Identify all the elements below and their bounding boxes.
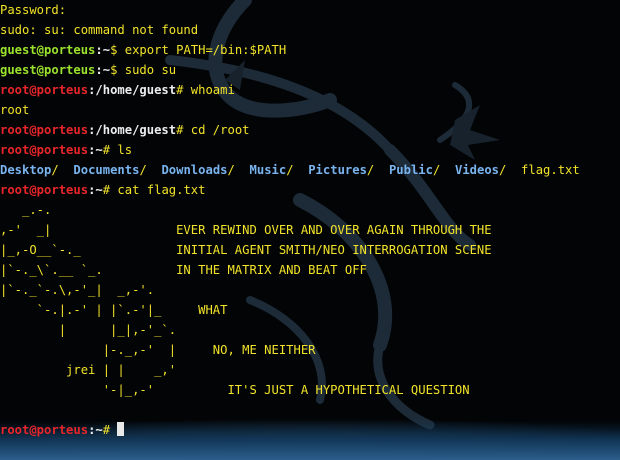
terminal-text: Music (249, 163, 287, 177)
terminal-text: jrei | | _,' (0, 363, 177, 377)
terminal-text: guest@porteus (0, 43, 96, 57)
terminal-text: |-._,-' | NO, ME NEITHER (0, 343, 316, 357)
terminal-text: :/home/guest (88, 83, 177, 97)
terminal-text: # ls (102, 143, 133, 157)
terminal-text: |`-._\`.__ `_. IN THE MATRIX AND BEAT OF… (0, 263, 367, 277)
terminal-text: :~ (88, 183, 103, 197)
terminal-text: Password: (0, 3, 67, 17)
terminal-line: root@porteus:/home/guest# whoami (0, 80, 620, 100)
cursor-icon (117, 422, 125, 436)
terminal-line: |-._,-' | NO, ME NEITHER (0, 340, 620, 360)
terminal-text: $ sudo su (110, 63, 177, 77)
terminal-text: $ export PATH=/bin:$PATH (110, 43, 287, 57)
terminal-text: # (102, 423, 118, 437)
terminal-text: / (432, 163, 455, 177)
terminal-window[interactable]: Password: sudo: su: command not found gues… (0, 0, 620, 460)
terminal-text: / (286, 163, 309, 177)
terminal-line: root@porteus:~# (0, 420, 620, 440)
terminal-line: ,-' _| EVER REWIND OVER AND OVER AGAIN T… (0, 220, 620, 240)
terminal-text: guest@porteus (0, 63, 96, 77)
terminal-text: _.-. (0, 203, 52, 217)
terminal-line: |_,-O__`-._ INITIAL AGENT SMITH/NEO INTE… (0, 240, 620, 260)
terminal-text: root@porteus (0, 123, 89, 137)
terminal-line: guest@porteus:~$ sudo su (0, 60, 620, 80)
terminal-line: jrei | | _,' (0, 360, 620, 380)
terminal-line: |`-._`-.\,-'_| _,-'. (0, 280, 620, 300)
terminal-text: `-.|.-' | |`.-'|_ WHAT (0, 303, 228, 317)
terminal-text: |`-._`-.\,-'_| _,-'. (0, 283, 155, 297)
terminal-text: sudo: su: command not found (0, 23, 199, 37)
terminal-text: / flag.txt (499, 163, 580, 177)
terminal-text: root@porteus (0, 183, 89, 197)
terminal-text: Pictures (308, 163, 367, 177)
terminal-text: / (227, 163, 250, 177)
terminal-text: Public (388, 163, 433, 177)
terminal-text: # whoami (176, 83, 235, 97)
terminal-text: # cd /root (176, 123, 250, 137)
terminal-text: |_,-O__`-._ INITIAL AGENT SMITH/NEO INTE… (0, 243, 492, 257)
terminal-text: / (139, 163, 162, 177)
terminal-line: root@porteus:/home/guest# cd /root (0, 120, 620, 140)
terminal-line: sudo: su: command not found (0, 20, 620, 40)
terminal-line: root@porteus:~# cat flag.txt (0, 180, 620, 200)
terminal-line: |`-._\`.__ `_. IN THE MATRIX AND BEAT OF… (0, 260, 620, 280)
terminal-text: :~ (88, 143, 103, 157)
terminal-text: root@porteus (0, 143, 89, 157)
terminal-text: Videos (454, 163, 500, 177)
terminal-text: # cat flag.txt (102, 183, 206, 197)
terminal-line: '-|_,-' IT'S JUST A HYPOTHETICAL QUESTIO… (0, 380, 620, 400)
terminal-line: | |_|,-'_`. (0, 320, 620, 340)
terminal-text: | |_|,-'_`. (0, 323, 177, 337)
terminal-output: Password: sudo: su: command not found gues… (0, 0, 620, 440)
terminal-text: Downloads (161, 163, 228, 177)
terminal-text: root@porteus (0, 423, 89, 437)
terminal-text: root@porteus (0, 83, 89, 97)
terminal-text: '-|_,-' IT'S JUST A HYPOTHETICAL QUESTIO… (0, 383, 470, 397)
terminal-line: _.-. (0, 200, 620, 220)
terminal-line: Password: (0, 0, 620, 20)
terminal-text: ,-' _| EVER REWIND OVER AND OVER AGAIN T… (0, 223, 492, 237)
terminal-text: :~ (95, 43, 111, 57)
terminal-text: root (0, 103, 30, 117)
terminal-line: Desktop/ Documents/ Downloads/ Music/ Pi… (0, 160, 620, 180)
terminal-text: / (366, 163, 389, 177)
terminal-line: guest@porteus:~$ export PATH=/bin:$PATH (0, 40, 620, 60)
terminal-text: Desktop (0, 163, 52, 177)
terminal-line: root (0, 100, 620, 120)
terminal-text: :/home/guest (88, 123, 177, 137)
terminal-text: / (51, 163, 74, 177)
terminal-line: `-.|.-' | |`.-'|_ WHAT (0, 300, 620, 320)
terminal-text: Documents (73, 163, 140, 177)
terminal-text: :~ (88, 423, 103, 437)
terminal-line: root@porteus:~# ls (0, 140, 620, 160)
terminal-text: :~ (95, 63, 111, 77)
